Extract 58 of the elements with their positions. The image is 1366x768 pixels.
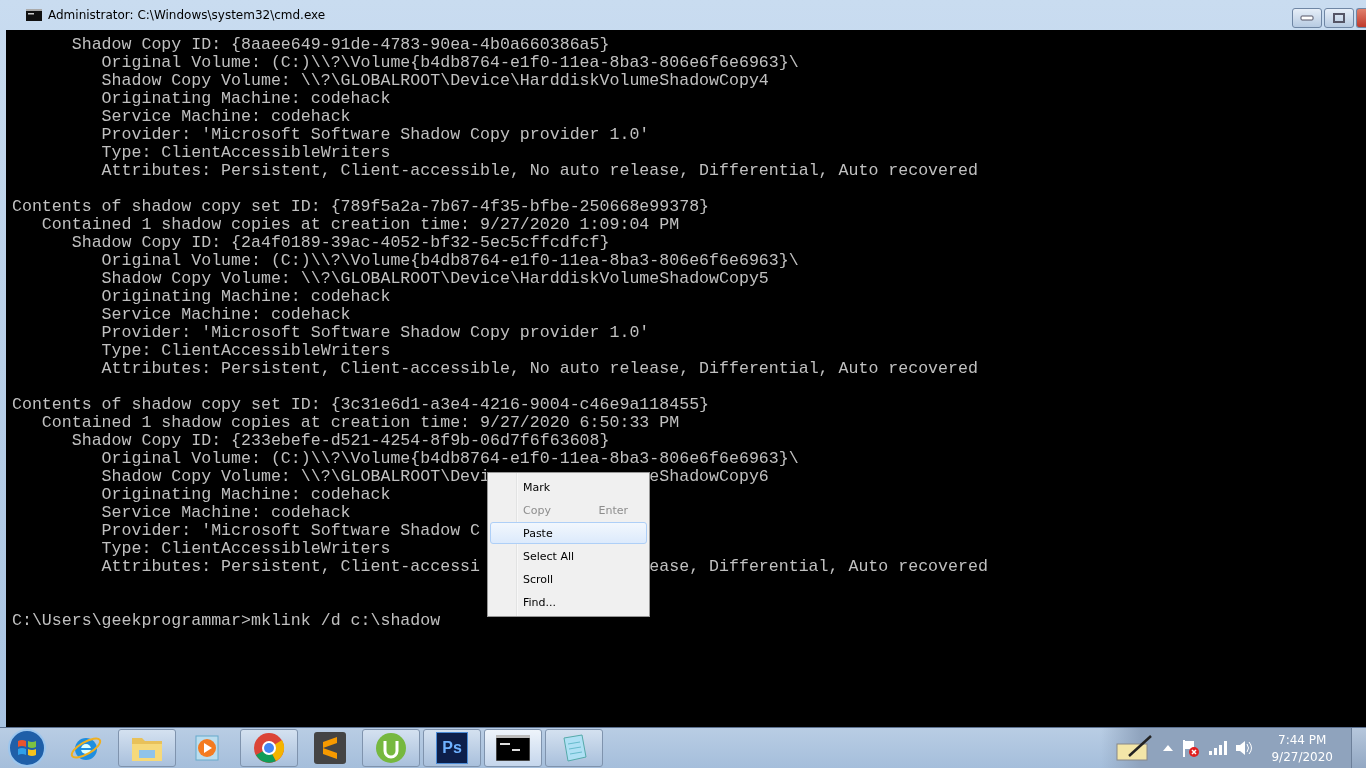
taskbar-button[interactable]: Ps bbox=[423, 729, 481, 767]
minimize-button[interactable] bbox=[1292, 8, 1322, 28]
windows-logo-icon bbox=[7, 728, 47, 768]
console-line: Shadow Copy ID: {2a4f0189-39ac-4052-bf32-5ec5cffcdfcf} bbox=[70, 234, 610, 252]
console-line: ease, Differential, Auto recovered bbox=[649, 558, 988, 576]
console-line: Provider: 'Microsoft Software Shadow Copy provider 1.0' bbox=[100, 126, 650, 144]
console-line: C:\Users\geekprogrammar>mklink /d c:\shadow bbox=[12, 612, 441, 630]
menu-item[interactable]: Mark bbox=[490, 476, 647, 498]
console-line: Service Machine: codehack bbox=[100, 504, 351, 522]
console-line: Attributes: Persistent, Client-accessible, No auto release, Differential, Auto recovered bbox=[100, 162, 978, 180]
signal-icon[interactable] bbox=[1209, 741, 1228, 755]
menu-item[interactable]: Select All bbox=[490, 545, 647, 567]
console-line: Shadow Copy ID: {8aaee649-91de-4783-90ea-4b0a660386a5} bbox=[70, 36, 610, 54]
maximize-button[interactable] bbox=[1324, 8, 1354, 28]
clock-time: 7:44 PM bbox=[1278, 732, 1327, 747]
console-line: Type: ClientAccessibleWriters bbox=[100, 144, 391, 162]
terminal-icon bbox=[26, 9, 42, 21]
console-line: Contents of shadow copy set ID: {789f5a2a-7b67-4f35-bfbe-250668e99378} bbox=[12, 198, 710, 216]
menu-item[interactable]: Paste bbox=[490, 522, 647, 544]
console-line: Shadow Copy Volume: \\?\GLOBALROOT\Device\HarddiskVolumeShadowCopy4 bbox=[100, 72, 769, 90]
maximize-icon bbox=[1332, 13, 1346, 23]
clock-date: 9/27/2020 bbox=[1271, 749, 1333, 764]
console-line: Shadow Copy Volume: \\?\GLOBALROOT\Device\HarddiskVolumeShadowCopy5 bbox=[100, 270, 769, 288]
console-line: Originating Machine: codehack bbox=[100, 288, 391, 306]
chrome-icon bbox=[252, 731, 286, 765]
console-line: Type: ClientAccessibleWriters bbox=[100, 342, 391, 360]
terminal-icon bbox=[496, 735, 530, 761]
caret-icon[interactable] bbox=[1163, 744, 1174, 752]
minimize-icon bbox=[1300, 15, 1314, 21]
menu-item[interactable]: Find... bbox=[490, 591, 647, 613]
flag-icon[interactable] bbox=[1181, 738, 1202, 758]
console-line: eShadowCopy6 bbox=[649, 468, 769, 486]
speaker-icon[interactable] bbox=[1235, 740, 1254, 756]
taskbar-button[interactable] bbox=[484, 729, 542, 767]
torrent-icon bbox=[374, 731, 408, 765]
console-line: Service Machine: codehack bbox=[100, 306, 351, 324]
console-line: Contained 1 shadow copies at creation time: 9/27/2020 6:50:33 PM bbox=[40, 414, 680, 432]
console-line: Attributes: Persistent, Client-accessible, No auto release, Differential, Auto recovered bbox=[100, 360, 978, 378]
console-line: Provider: 'Microsoft Software Shadow Copy provider 1.0' bbox=[100, 324, 650, 342]
console-line: Shadow Copy Volume: \\?\GLOBALROOT\Devi bbox=[100, 468, 490, 486]
console-line: Provider: 'Microsoft Software Shadow C bbox=[100, 522, 481, 540]
console-line: Type: ClientAccessibleWriters bbox=[100, 540, 391, 558]
console-line: Contents of shadow copy set ID: {3c31e6d1-a3e4-4216-9004-c46e9a118455} bbox=[12, 396, 710, 414]
console-line: Attributes: Persistent, Client-accessi bbox=[100, 558, 481, 576]
console-line: Contained 1 shadow copies at creation time: 9/27/2020 1:09:04 PM bbox=[40, 216, 680, 234]
console-line: Shadow Copy ID: {233ebefe-d521-4254-8f9b-06d7f6f63608} bbox=[70, 432, 610, 450]
console-line: Original Volume: (C:)\\?\Volume{b4db8764-e1f0-11ea-8ba3-806e6f6e6963}\ bbox=[100, 54, 799, 72]
show-desktop-button[interactable] bbox=[1351, 728, 1366, 768]
photoshop-icon: Ps bbox=[436, 732, 468, 764]
editor-icon bbox=[314, 732, 346, 764]
console-line: Service Machine: codehack bbox=[100, 108, 351, 126]
console-line: Originating Machine: codehack bbox=[100, 486, 391, 504]
console-line: Originating Machine: codehack bbox=[100, 90, 391, 108]
console-line: Original Volume: (C:)\\?\Volume{b4db8764-e1f0-11ea-8ba3-806e6f6e6963}\ bbox=[100, 450, 799, 468]
menu-item[interactable]: Scroll bbox=[490, 568, 647, 590]
window-title: Administrator: C:\Windows\system32\cmd.exe bbox=[48, 8, 326, 22]
close-button[interactable] bbox=[1356, 8, 1366, 28]
console-line: Original Volume: (C:)\\?\Volume{b4db8764-e1f0-11ea-8ba3-806e6f6e6963}\ bbox=[100, 252, 799, 270]
